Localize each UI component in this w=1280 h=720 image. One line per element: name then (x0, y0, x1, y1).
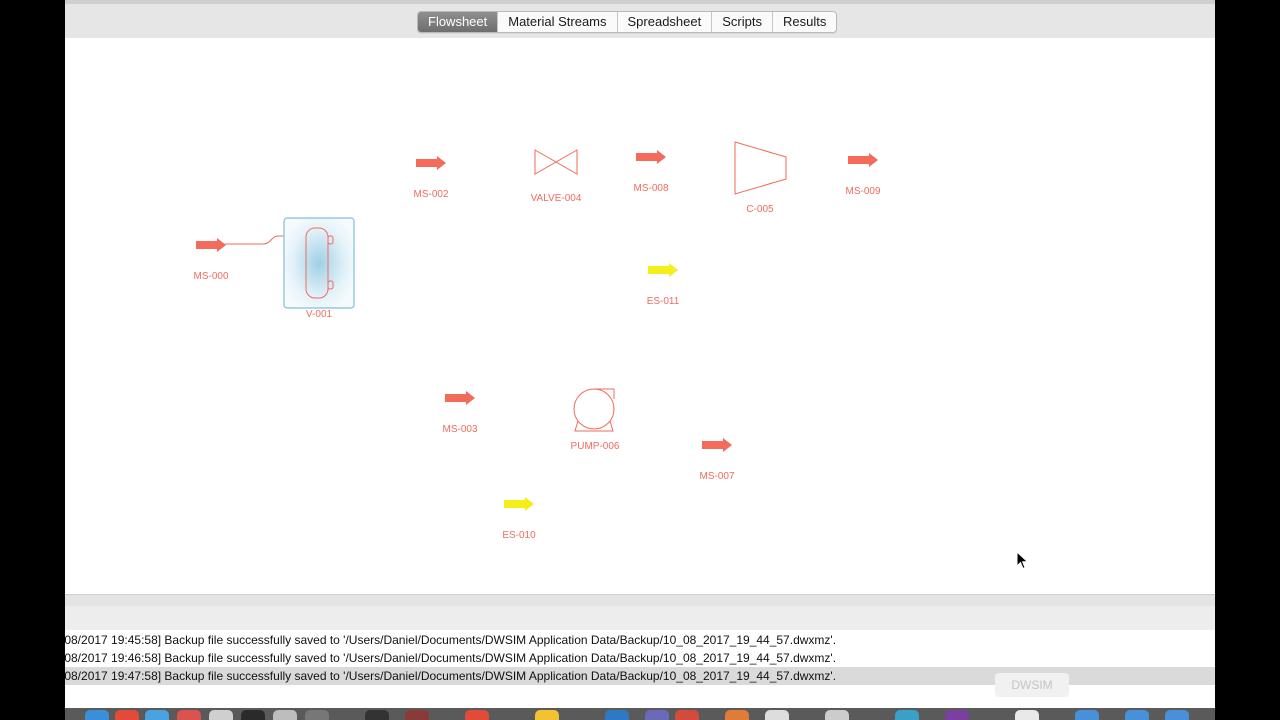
ms-007-stream-icon[interactable] (701, 438, 733, 452)
app-icon[interactable] (535, 710, 559, 720)
es-010-energy-icon[interactable] (503, 497, 535, 511)
c-005-label: C-005 (746, 204, 774, 215)
log-panel-header: l (65, 606, 1215, 631)
terminal-icon[interactable] (241, 710, 265, 720)
pump-icon[interactable] (571, 387, 619, 433)
ms-000-label: MS-000 (193, 271, 229, 282)
ms-008-label: MS-008 (633, 183, 669, 194)
dwsim-button[interactable]: DWSIM (995, 673, 1069, 697)
app-icon[interactable] (405, 710, 429, 720)
ms-009-stream-icon[interactable] (847, 153, 879, 167)
launchpad-icon[interactable] (115, 710, 139, 720)
vessel-icon[interactable] (283, 217, 355, 309)
ms-002-stream-icon[interactable] (415, 156, 447, 170)
app-icon[interactable] (209, 710, 233, 720)
mouse-cursor-icon (1016, 551, 1029, 570)
es-011-energy-icon[interactable] (647, 263, 679, 277)
safari-icon[interactable] (145, 710, 169, 720)
v-001-label: V-001 (305, 309, 333, 320)
tab-scripts[interactable]: Scripts (712, 12, 773, 32)
app-icon[interactable] (895, 710, 919, 720)
app-icon[interactable] (465, 710, 489, 720)
app-icon[interactable] (305, 710, 329, 720)
ms-000-stream-icon[interactable] (195, 238, 227, 252)
app-icon[interactable] (1125, 710, 1149, 720)
title-bar-edge (65, 0, 1215, 4)
macos-dock (65, 708, 1215, 720)
dwsim-window: Flowsheet Material Streams Spreadsheet S… (65, 0, 1215, 720)
compressor-icon[interactable] (733, 141, 789, 195)
app-icon[interactable] (1075, 710, 1099, 720)
app-icon[interactable] (765, 710, 789, 720)
ms-009-label: MS-009 (845, 186, 881, 197)
ms-008-stream-icon[interactable] (635, 150, 667, 164)
ms-003-label: MS-003 (442, 424, 478, 435)
app-icon[interactable] (365, 710, 389, 720)
tab-toolbar: Flowsheet Material Streams Spreadsheet S… (65, 0, 1215, 39)
tab-material-streams[interactable]: Material Streams (498, 12, 618, 32)
tab-flowsheet[interactable]: Flowsheet (418, 12, 499, 32)
app-icon[interactable] (177, 710, 201, 720)
app-icon[interactable] (825, 710, 849, 720)
log-line[interactable]: /08/2017 19:45:58] Backup file successfu… (65, 631, 1215, 649)
app-icon[interactable] (675, 710, 699, 720)
tab-spreadsheet[interactable]: Spreadsheet (618, 12, 713, 32)
flowsheet-canvas[interactable]: MS-002 VALVE-004 MS-008 C-005 MS-009 MS-… (65, 38, 1215, 594)
valve-004-label: VALVE-004 (530, 193, 582, 204)
es-010-label: ES-010 (502, 530, 536, 541)
app-icon[interactable] (1015, 710, 1039, 720)
ms-002-label: MS-002 (413, 189, 449, 200)
tab-results[interactable]: Results (773, 12, 836, 32)
app-icon[interactable] (945, 710, 969, 720)
app-icon[interactable] (1165, 710, 1189, 720)
log-line[interactable]: /08/2017 19:46:58] Backup file successfu… (65, 649, 1215, 667)
finder-icon[interactable] (85, 710, 109, 720)
es-011-label: ES-011 (646, 296, 680, 307)
app-icon[interactable] (725, 710, 749, 720)
ms-003-stream-icon[interactable] (444, 391, 476, 405)
app-icon[interactable] (605, 710, 629, 720)
app-icon[interactable] (645, 710, 669, 720)
ms-007-label: MS-007 (699, 471, 735, 482)
pump-006-label: PUMP-006 (570, 441, 620, 452)
main-tab-bar: Flowsheet Material Streams Spreadsheet S… (417, 11, 838, 33)
app-icon[interactable] (273, 710, 297, 720)
valve-icon[interactable] (533, 148, 579, 176)
